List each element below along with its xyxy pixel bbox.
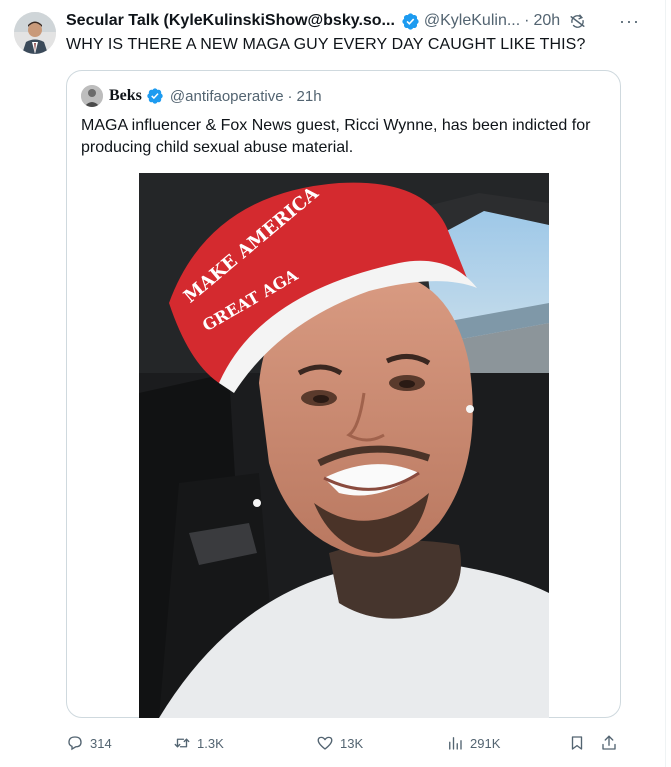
quoted-author-avatar bbox=[81, 85, 103, 107]
views-chart-icon bbox=[449, 737, 462, 750]
views-button[interactable]: 291K bbox=[446, 732, 500, 754]
heart-icon bbox=[317, 736, 333, 750]
sync-icon bbox=[570, 13, 585, 28]
quoted-tweet-text: MAGA influencer & Fox News guest, Ricci … bbox=[81, 117, 591, 156]
share-icon bbox=[602, 735, 616, 750]
bookmark-button[interactable] bbox=[568, 732, 586, 754]
quoted-tweet-header: Beks @antifaoperative · 21h bbox=[81, 85, 322, 107]
quoted-tweet-media[interactable]: MAKE AMERICA GREAT AGA bbox=[139, 173, 549, 718]
author-display-name[interactable]: Secular Talk (KyleKulinskiShow@bsky.so..… bbox=[66, 12, 395, 30]
views-count: 291K bbox=[470, 735, 501, 751]
retweet-button[interactable]: 1.3K bbox=[173, 732, 224, 754]
like-button[interactable]: 13K bbox=[316, 732, 363, 754]
reply-button[interactable]: 314 bbox=[66, 732, 112, 754]
tweet-header: Secular Talk (KyleKulinskiShow@bsky.so..… bbox=[66, 10, 656, 32]
tweet-actions: 314 1.3K 13K 291K bbox=[66, 732, 626, 754]
quoted-author-handle: @antifaoperative bbox=[169, 87, 284, 105]
tweet-timestamp[interactable]: 20h bbox=[534, 12, 561, 30]
quoted-author-display-name: Beks bbox=[109, 87, 142, 104]
like-count: 13K bbox=[340, 735, 364, 751]
author-avatar[interactable] bbox=[14, 12, 56, 54]
retweet-count: 1.3K bbox=[197, 735, 224, 751]
reply-count: 314 bbox=[90, 735, 112, 751]
separator-dot: · bbox=[524, 12, 530, 29]
bookmark-icon bbox=[571, 736, 583, 750]
retweet-icon bbox=[174, 738, 190, 748]
tweet[interactable]: Secular Talk (KyleKulinskiShow@bsky.so..… bbox=[0, 0, 671, 767]
share-button[interactable] bbox=[600, 732, 618, 754]
quoted-tweet[interactable]: Beks @antifaoperative · 21h MAGA influen… bbox=[66, 70, 621, 718]
more-options-icon[interactable]: ··· bbox=[619, 11, 640, 32]
reply-icon bbox=[68, 736, 82, 751]
timeline-column-border bbox=[665, 0, 671, 767]
author-handle[interactable]: @KyleKulin... bbox=[424, 12, 520, 30]
separator-dot: · bbox=[287, 87, 293, 105]
verified-badge-icon bbox=[402, 12, 419, 30]
tweet-text: WHY IS THERE A NEW MAGA GUY EVERY DAY CA… bbox=[66, 36, 586, 53]
quoted-tweet-timestamp: 21h bbox=[296, 87, 322, 105]
verified-badge-icon bbox=[147, 88, 163, 104]
